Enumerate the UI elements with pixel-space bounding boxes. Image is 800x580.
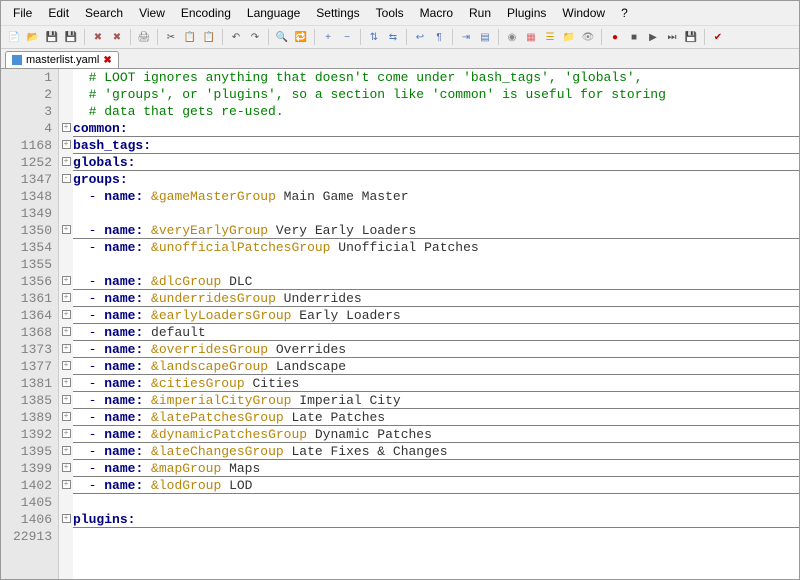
toolbar-separator (84, 29, 85, 45)
fold-toggle[interactable]: + (62, 327, 71, 336)
fold-toggle[interactable]: + (62, 480, 71, 489)
all-chars-icon[interactable]: ¶ (430, 28, 448, 46)
sync-h-icon[interactable]: ⇆ (384, 28, 402, 46)
toolbar-separator (157, 29, 158, 45)
menubar: FileEditSearchViewEncodingLanguageSettin… (1, 1, 799, 26)
fold-toggle[interactable]: + (62, 276, 71, 285)
undo-icon[interactable]: ↶ (227, 28, 245, 46)
fold-toggle[interactable]: + (62, 378, 71, 387)
menu-plugins[interactable]: Plugins (499, 3, 554, 23)
new-file-icon[interactable]: 📄 (5, 28, 23, 46)
code-editor[interactable]: 1234116812521347134813491350135413551356… (1, 69, 799, 579)
tab-label: masterlist.yaml (26, 54, 99, 66)
code-content[interactable]: # LOOT ignores anything that doesn't com… (73, 69, 799, 579)
toolbar-separator (222, 29, 223, 45)
fold-toggle[interactable]: + (62, 344, 71, 353)
toolbar-separator (314, 29, 315, 45)
guide-icon[interactable]: ▤ (476, 28, 494, 46)
fold-toggle[interactable]: + (62, 463, 71, 472)
fold-toggle[interactable]: + (62, 123, 71, 132)
line-number-gutter: 1234116812521347134813491350135413551356… (1, 69, 59, 579)
tab-masterlist[interactable]: masterlist.yaml ✖ (5, 51, 119, 68)
toolbar-separator (498, 29, 499, 45)
fold-column[interactable]: + + + - + + + + + + + + + + + + + + + (59, 69, 73, 579)
spell-icon[interactable]: ✔ (709, 28, 727, 46)
tab-close-icon[interactable]: ✖ (103, 55, 111, 66)
record-icon[interactable]: ● (606, 28, 624, 46)
open-file-icon[interactable]: 📂 (24, 28, 42, 46)
toolbar-separator (268, 29, 269, 45)
fold-toggle[interactable]: + (62, 140, 71, 149)
menu-?[interactable]: ? (613, 3, 636, 23)
fold-toggle[interactable]: + (62, 157, 71, 166)
replace-icon[interactable]: 🔁 (292, 28, 310, 46)
menu-search[interactable]: Search (77, 3, 131, 23)
menu-view[interactable]: View (131, 3, 173, 23)
toolbar-separator (130, 29, 131, 45)
save-all-icon[interactable]: 💾 (62, 28, 80, 46)
fold-toggle[interactable]: + (62, 514, 71, 523)
fold-toggle[interactable]: + (62, 310, 71, 319)
indent-icon[interactable]: ⇥ (457, 28, 475, 46)
doc-map-icon[interactable]: ▦ (522, 28, 540, 46)
save-macro-icon[interactable]: 💾 (682, 28, 700, 46)
fold-toggle[interactable]: + (62, 446, 71, 455)
tabbar: masterlist.yaml ✖ (1, 49, 799, 69)
find-icon[interactable]: 🔍 (273, 28, 291, 46)
zoom-in-icon[interactable]: + (319, 28, 337, 46)
copy-icon[interactable]: 📋 (181, 28, 199, 46)
fold-toggle[interactable]: - (62, 174, 71, 183)
menu-settings[interactable]: Settings (308, 3, 367, 23)
play-multi-icon[interactable]: ⏭ (663, 28, 681, 46)
stop-icon[interactable]: ■ (625, 28, 643, 46)
fold-toggle[interactable]: + (62, 412, 71, 421)
menu-macro[interactable]: Macro (412, 3, 461, 23)
sync-v-icon[interactable]: ⇅ (365, 28, 383, 46)
menu-run[interactable]: Run (461, 3, 499, 23)
play-icon[interactable]: ▶ (644, 28, 662, 46)
fold-toggle[interactable]: + (62, 361, 71, 370)
menu-tools[interactable]: Tools (368, 3, 412, 23)
func-list-icon[interactable]: ☰ (541, 28, 559, 46)
monitor-icon[interactable]: 👁 (579, 28, 597, 46)
toolbar-separator (406, 29, 407, 45)
redo-icon[interactable]: ↷ (246, 28, 264, 46)
menu-edit[interactable]: Edit (40, 3, 77, 23)
toolbar-separator (601, 29, 602, 45)
toolbar-separator (360, 29, 361, 45)
wrap-icon[interactable]: ↩ (411, 28, 429, 46)
zoom-out-icon[interactable]: − (338, 28, 356, 46)
close-all-icon[interactable]: ✖ (108, 28, 126, 46)
fold-toggle[interactable]: + (62, 225, 71, 234)
toolbar: 📄📂💾💾✖✖🖨✂📋📋↶↷🔍🔁+−⇅⇆↩¶⇥▤◉▦☰📁👁●■▶⏭💾✔ (1, 26, 799, 49)
menu-encoding[interactable]: Encoding (173, 3, 239, 23)
lang-icon[interactable]: ◉ (503, 28, 521, 46)
fold-toggle[interactable]: + (62, 429, 71, 438)
menu-file[interactable]: File (5, 3, 40, 23)
paste-icon[interactable]: 📋 (200, 28, 218, 46)
menu-language[interactable]: Language (239, 3, 308, 23)
folder-icon[interactable]: 📁 (560, 28, 578, 46)
fold-toggle[interactable]: + (62, 395, 71, 404)
fold-toggle[interactable]: + (62, 293, 71, 302)
file-icon (12, 55, 22, 65)
cut-icon[interactable]: ✂ (162, 28, 180, 46)
close-icon[interactable]: ✖ (89, 28, 107, 46)
toolbar-separator (452, 29, 453, 45)
toolbar-separator (704, 29, 705, 45)
save-icon[interactable]: 💾 (43, 28, 61, 46)
menu-window[interactable]: Window (554, 3, 613, 23)
print-icon[interactable]: 🖨 (135, 28, 153, 46)
